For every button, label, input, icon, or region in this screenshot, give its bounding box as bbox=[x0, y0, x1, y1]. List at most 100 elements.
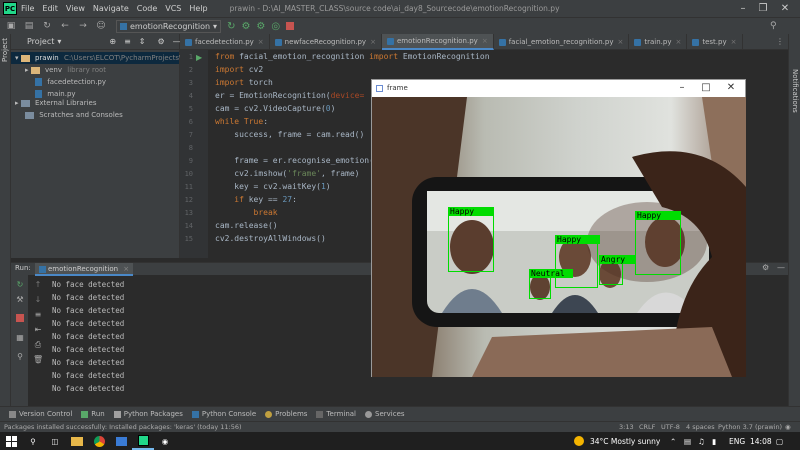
menu-code[interactable]: Code bbox=[137, 4, 157, 13]
tree-item-facedetection[interactable]: facedetection.py bbox=[35, 76, 106, 88]
notifications-tool-button[interactable]: Notifications bbox=[791, 69, 799, 113]
expand-icon[interactable]: ⇕ bbox=[139, 37, 146, 46]
tab-facial-emotion-recognition[interactable]: facial_emotion_recognition.py × bbox=[494, 34, 630, 50]
stop-icon[interactable] bbox=[286, 22, 295, 30]
pycharm-taskbar-icon[interactable] bbox=[132, 432, 154, 450]
tab-run[interactable]: Run bbox=[81, 410, 105, 418]
gear-icon[interactable]: ⚙ bbox=[158, 37, 165, 46]
layout-icon[interactable]: ▦ bbox=[15, 333, 25, 342]
maximize-icon[interactable]: □ bbox=[694, 80, 718, 96]
photos-icon[interactable] bbox=[110, 432, 132, 450]
tab-newfacerecognition[interactable]: newfaceRecognition.py × bbox=[270, 34, 382, 50]
menu-view[interactable]: View bbox=[66, 4, 85, 13]
menu-edit[interactable]: Edit bbox=[42, 4, 58, 13]
tree-item-venv[interactable]: ▸ venv library root bbox=[25, 64, 106, 76]
collapse-icon[interactable]: ≡ bbox=[124, 37, 131, 46]
chevron-up-icon[interactable]: ⌃ bbox=[670, 437, 676, 446]
run-label: Run: bbox=[15, 264, 31, 272]
close-icon[interactable]: × bbox=[123, 265, 129, 273]
close-icon[interactable]: × bbox=[258, 34, 264, 50]
stop-icon[interactable] bbox=[16, 314, 24, 322]
tab-train[interactable]: train.py × bbox=[629, 34, 688, 50]
code-line: cv2.destroyAllWindows() bbox=[215, 234, 326, 243]
user-icon[interactable]: ☺ bbox=[94, 21, 108, 31]
debug-icon[interactable]: ⚙ bbox=[241, 21, 250, 32]
back-icon[interactable]: ← bbox=[58, 21, 72, 31]
coverage-icon[interactable]: ⚙ bbox=[256, 21, 265, 32]
tab-python-console[interactable]: Python Console bbox=[191, 410, 256, 418]
rerun-icon[interactable]: ↻ bbox=[15, 280, 25, 289]
tree-item-scratches[interactable]: Scratches and Consoles bbox=[25, 109, 123, 121]
opencv-frame-window[interactable]: frame – □ ✕ Happy Happy Happy Neutral An… bbox=[371, 79, 746, 377]
soft-wrap-icon[interactable]: ≡ bbox=[33, 310, 43, 319]
chevron-down-icon[interactable]: ▾ bbox=[57, 37, 61, 46]
windows-start-icon[interactable] bbox=[0, 432, 22, 450]
tab-terminal[interactable]: Terminal bbox=[316, 410, 356, 418]
line-number: 14 bbox=[184, 222, 193, 230]
close-icon[interactable]: ✕ bbox=[719, 80, 743, 96]
notification-icon[interactable]: ▢ bbox=[776, 437, 783, 446]
profile-icon[interactable]: ◎ bbox=[271, 21, 280, 32]
tab-list-icon[interactable]: ⋮ bbox=[776, 37, 784, 46]
sync-icon[interactable]: ↻ bbox=[40, 21, 54, 31]
locate-icon[interactable]: ⊕ bbox=[109, 37, 116, 46]
close-icon[interactable]: × bbox=[618, 34, 624, 50]
search-icon[interactable]: ⚲ bbox=[770, 21, 777, 31]
weather-text[interactable]: 34°C Mostly sunny bbox=[590, 437, 660, 446]
close-icon[interactable]: × bbox=[675, 34, 681, 50]
code-line: cam.release() bbox=[215, 221, 278, 230]
tab-problems[interactable]: Problems bbox=[265, 410, 307, 418]
tab-services[interactable]: Services bbox=[365, 410, 405, 418]
close-icon[interactable]: × bbox=[370, 34, 376, 50]
camera-icon[interactable]: ◉ bbox=[154, 432, 176, 450]
tab-emotionrecognition[interactable]: emotionRecognition.py × bbox=[381, 33, 494, 50]
title-bar: PC File Edit View Navigate Code VCS Help… bbox=[0, 0, 800, 17]
task-view-icon[interactable]: ◫ bbox=[44, 432, 66, 450]
run-config-selector[interactable]: emotionRecognition ▾ bbox=[116, 19, 222, 33]
tab-version-control[interactable]: Version Control bbox=[9, 410, 72, 418]
line-number: 2 bbox=[188, 66, 193, 74]
network-icon[interactable]: ▤ bbox=[684, 437, 691, 446]
close-icon[interactable]: × bbox=[731, 34, 737, 50]
run-tab[interactable]: emotionRecognition × bbox=[35, 263, 134, 276]
file-explorer-icon[interactable] bbox=[66, 432, 88, 450]
project-header-label[interactable]: Project bbox=[27, 37, 54, 46]
tree-item-external-libraries[interactable]: ▸ External Libraries bbox=[15, 97, 96, 109]
rerun-icon[interactable]: ↻ bbox=[227, 21, 235, 32]
tree-root[interactable]: ▾ prawin C:\Users\ELCOT\PycharmProjects\… bbox=[11, 52, 189, 64]
hide-icon[interactable]: — bbox=[777, 263, 785, 272]
minimize-icon[interactable]: – bbox=[670, 80, 694, 96]
wrench-icon[interactable]: ⚒ bbox=[15, 295, 25, 304]
close-icon[interactable]: × bbox=[482, 33, 488, 49]
run-gutter-icon[interactable]: ▶ bbox=[196, 53, 202, 62]
scroll-up-icon[interactable]: ↑ bbox=[33, 280, 43, 289]
scroll-end-icon[interactable]: ⇤ bbox=[33, 325, 43, 334]
tab-test[interactable]: test.py × bbox=[687, 34, 743, 50]
print-icon[interactable]: ⎙ bbox=[33, 340, 43, 349]
search-icon[interactable]: ⚲ bbox=[22, 432, 44, 450]
line-number: 10 bbox=[184, 170, 193, 178]
menu-help[interactable]: Help bbox=[189, 4, 207, 13]
library-icon bbox=[20, 99, 30, 107]
close-icon[interactable]: ✕ bbox=[770, 0, 800, 17]
tab-facedetection[interactable]: facedetection.py × bbox=[180, 34, 270, 50]
forward-icon[interactable]: → bbox=[76, 21, 90, 31]
terminal-icon bbox=[316, 410, 324, 418]
pin-icon[interactable]: ⚲ bbox=[15, 352, 25, 361]
open-folder-icon[interactable]: ▣ bbox=[4, 21, 18, 31]
save-icon[interactable]: ▤ bbox=[22, 21, 36, 31]
menu-vcs[interactable]: VCS bbox=[165, 4, 181, 13]
menu-file[interactable]: File bbox=[21, 4, 34, 13]
project-tool-button[interactable]: Project bbox=[1, 38, 9, 62]
chrome-icon[interactable] bbox=[88, 432, 110, 450]
battery-icon[interactable]: ▮ bbox=[712, 437, 716, 446]
scroll-down-icon[interactable]: ↓ bbox=[33, 295, 43, 304]
run-tab-label: emotionRecognition bbox=[48, 265, 119, 273]
menu-navigate[interactable]: Navigate bbox=[93, 4, 129, 13]
language-indicator[interactable]: ENG bbox=[729, 437, 745, 446]
clock[interactable]: 14:08 bbox=[750, 437, 772, 446]
tab-python-packages[interactable]: Python Packages bbox=[113, 410, 183, 418]
speaker-icon[interactable]: ♫ bbox=[698, 437, 705, 446]
trash-icon[interactable]: 🗑 bbox=[33, 355, 43, 364]
gear-icon[interactable]: ⚙ bbox=[762, 263, 769, 272]
